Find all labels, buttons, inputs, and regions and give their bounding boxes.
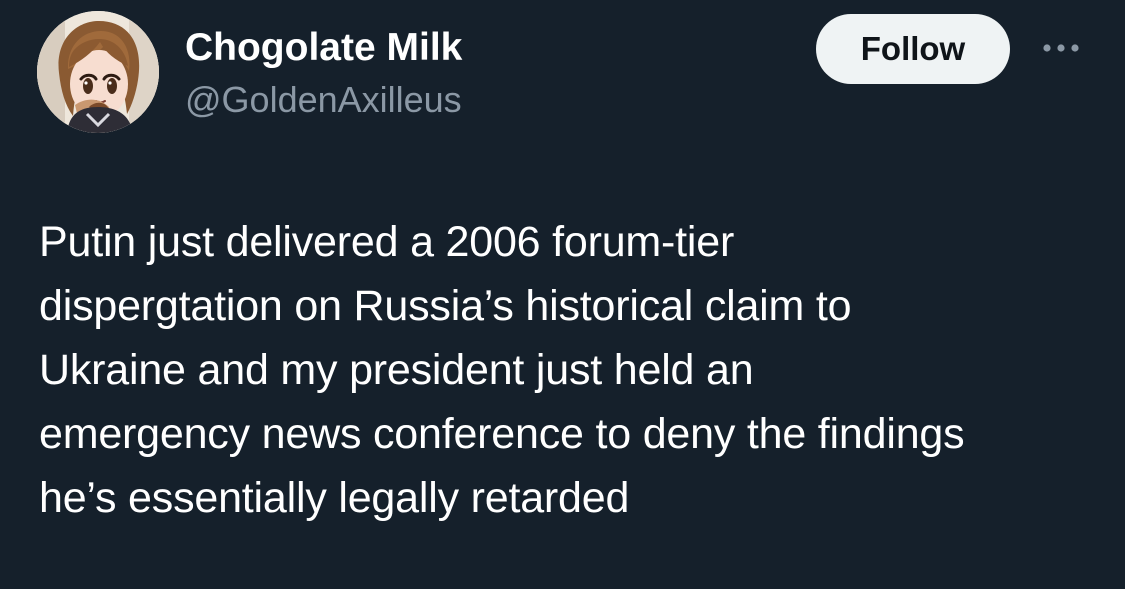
author-display-name[interactable]: Chogolate Milk	[185, 25, 462, 71]
author-handle[interactable]: @GoldenAxilleus	[185, 79, 462, 121]
anime-girl-avatar-icon	[37, 11, 159, 133]
follow-button[interactable]: Follow	[816, 14, 1010, 84]
more-horizontal-icon[interactable]	[1037, 36, 1085, 60]
tweet-text: Putin just delivered a 2006 forum-tier d…	[39, 218, 965, 522]
author-avatar[interactable]	[37, 11, 159, 133]
tweet-card: Chogolate Milk @GoldenAxilleus Follow Pu…	[0, 0, 1125, 589]
more-dots-glyph	[1043, 44, 1079, 52]
